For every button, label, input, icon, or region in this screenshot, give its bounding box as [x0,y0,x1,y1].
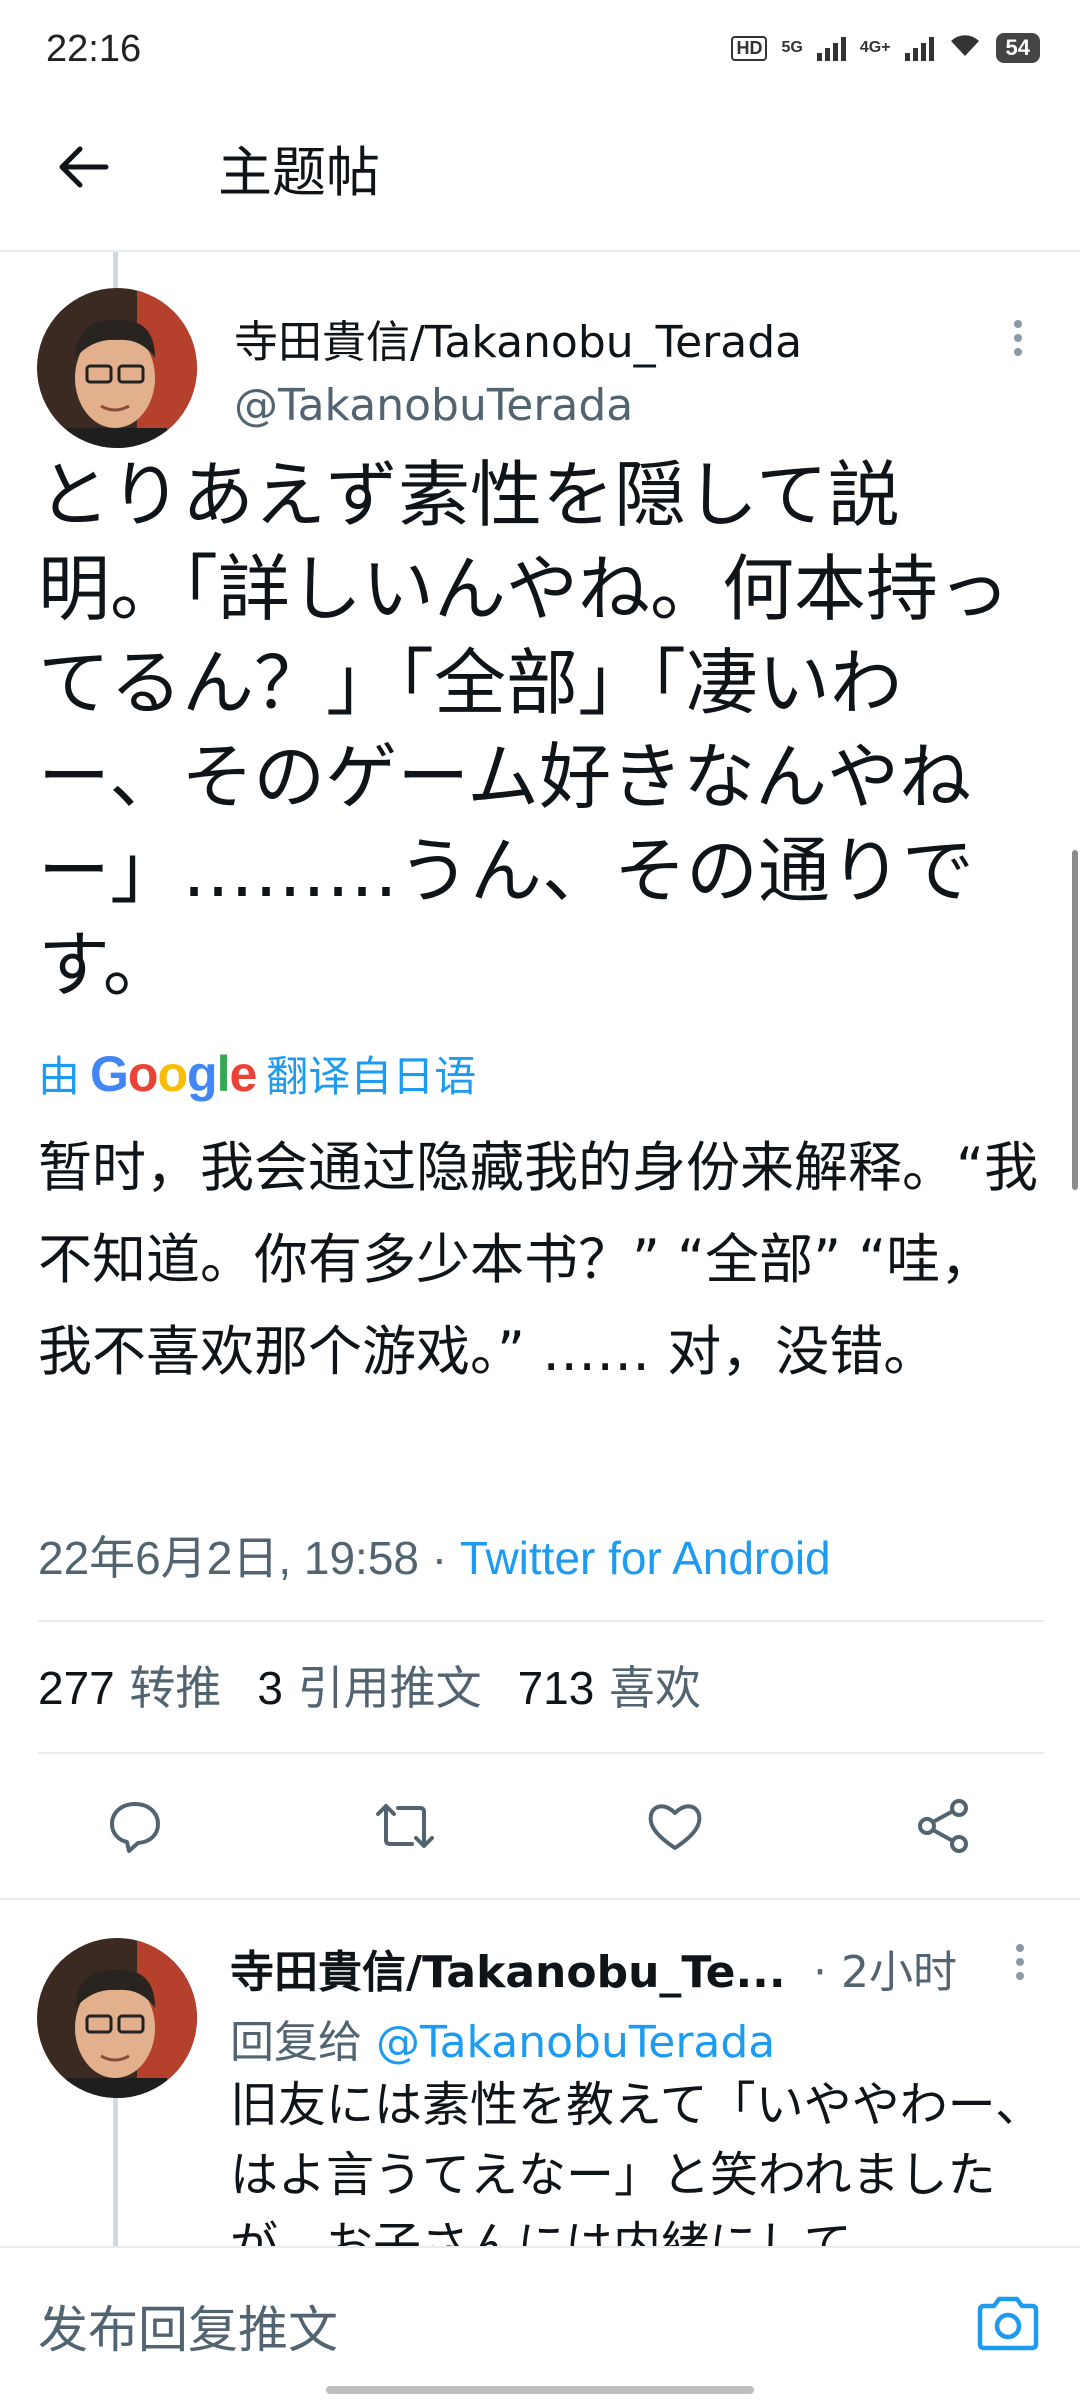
meta-divider [38,1620,1044,1622]
translated-text: 暂时，我会通过隐藏我的身份来解释。“我不知道。你有多少本书？” “全部” “哇，… [38,1136,1038,1383]
status-icons: HD 5G 4G+ 54 [731,32,1040,64]
translate-suffix: 翻译自日语 [266,1052,477,1101]
retweet-icon[interactable] [365,1786,445,1866]
reply-composer-input[interactable]: 发布回复推文 [38,2290,338,2362]
more-options-icon[interactable] [1010,318,1026,358]
page-title: 主题帖 [218,141,380,204]
battery-icon: 54 [995,33,1040,63]
signal-icon-2 [904,35,934,61]
like-stat[interactable]: 713 喜欢 [518,1652,701,1718]
reply-text: 旧友には素性を教えて「いややわー、はよ言うてえなー」と笑われましたが、お子さんに… [230,2077,1044,2248]
like-heart-icon[interactable] [635,1786,715,1866]
translated-by-google[interactable]: 由 Google 翻译自日语 [38,1043,476,1104]
replying-to-handle[interactable]: @TakanobuTerada [376,2017,775,2068]
actions-divider [0,1898,1080,1900]
quote-stat[interactable]: 3 引用推文 [257,1652,481,1718]
sim1-label: 5G [781,39,803,56]
tweet-display-name[interactable]: 寺田貴信/Takanobu_Terada [234,306,802,370]
google-logo-letter: l [216,1045,231,1102]
scrollbar-thumb[interactable] [1072,850,1078,1190]
quote-label: 引用推文 [297,1661,482,1715]
tweet-timestamp: 22年6月2日, 19:58 [38,1532,420,1584]
home-indicator[interactable] [326,2386,754,2394]
tweet-source-link[interactable]: Twitter for Android [460,1532,831,1584]
thread-line-top [113,252,118,292]
tweet-handle[interactable]: @TakanobuTerada [234,380,633,431]
tweet-text: とりあえず素性を隠して説明。「詳しいんやね。何本持ってるん？」「全部」「凄いわー… [38,453,1011,1007]
replying-to-prefix: 回复给 [230,2017,362,2068]
thread-line-bottom [113,2098,118,2248]
status-time: 22:16 [46,28,142,70]
retweet-count: 277 [38,1662,115,1714]
tweet-stats: 277 转推 3 引用推文 713 喜欢 [38,1652,701,1718]
like-count: 713 [517,1662,595,1714]
quote-count: 3 [257,1662,283,1714]
reply-icon[interactable] [95,1786,175,1866]
share-icon[interactable] [904,1786,984,1866]
retweet-stat[interactable]: 277 转推 [38,1652,221,1718]
sim2-label: 4G+ [859,39,891,56]
reply-avatar[interactable] [37,1938,197,2098]
google-logo-letter: o [157,1045,188,1102]
retweet-label: 转推 [129,1661,222,1715]
replying-to: 回复给 @TakanobuTerada [230,2006,775,2070]
reply-more-options-icon[interactable] [1012,1942,1028,1982]
tweet-meta: 22年6月2日, 19:58 · Twitter for Android [38,1522,831,1588]
google-logo: Google [90,1045,257,1103]
reply-display-name[interactable]: 寺田貴信/Takanobu_Te... [230,1936,786,2000]
meta-separator: · [431,1532,460,1584]
back-arrow-icon[interactable] [52,135,116,199]
translate-prefix: 由 [38,1052,81,1101]
header-divider [0,250,1080,252]
avatar[interactable] [37,288,197,448]
stats-divider [38,1752,1044,1754]
signal-icon [816,35,846,61]
wifi-icon [948,32,982,64]
like-label: 喜欢 [608,1661,701,1715]
google-logo-letter: g [187,1045,218,1102]
camera-icon[interactable] [972,2288,1044,2360]
reply-time: · 2小时 [813,1947,957,1998]
hd-icon: HD [731,35,768,61]
google-logo-letter: e [229,1045,257,1102]
google-logo-letter: o [127,1045,159,1102]
google-logo-letter: G [90,1045,129,1102]
